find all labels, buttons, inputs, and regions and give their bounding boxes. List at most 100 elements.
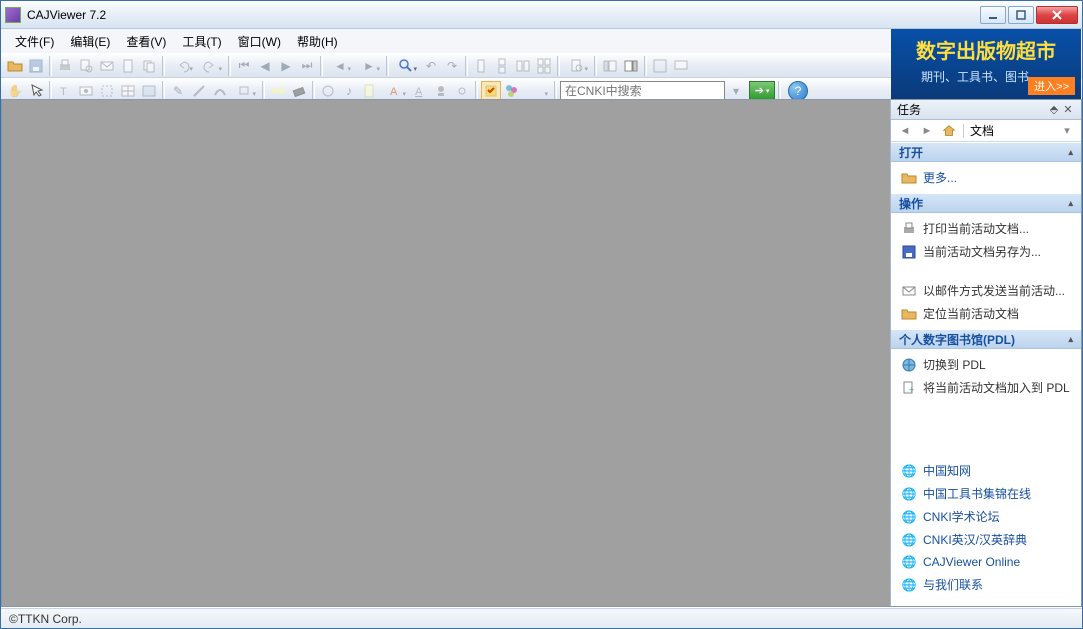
web-icon: 🌐: [901, 486, 917, 502]
text-select-icon[interactable]: T: [55, 81, 75, 101]
undo-icon[interactable]: [168, 56, 196, 76]
snapshot-icon[interactable]: [76, 81, 96, 101]
facing-icon[interactable]: [513, 56, 533, 76]
svg-text:A: A: [390, 86, 398, 98]
search-doc-icon[interactable]: [563, 56, 591, 76]
link-dict[interactable]: 🌐CNKI英汉/汉英辞典: [891, 528, 1081, 551]
copyright-text: ©TTKN Corp.: [9, 612, 82, 626]
image-select-icon[interactable]: [139, 81, 159, 101]
nav-home-icon[interactable]: [941, 123, 957, 139]
fullscreen-icon[interactable]: [650, 56, 670, 76]
properties-icon[interactable]: [118, 56, 138, 76]
single-page-icon[interactable]: [471, 56, 491, 76]
taskpane-nav: ◄ ► 文档 ▾: [891, 120, 1081, 142]
task-mail[interactable]: 以邮件方式发送当前活动...: [891, 279, 1081, 302]
menu-help[interactable]: 帮助(H): [289, 31, 346, 52]
search-go-button[interactable]: ➔: [749, 81, 775, 101]
note-icon[interactable]: [360, 81, 380, 101]
shape-icon[interactable]: [231, 81, 259, 101]
minimize-button[interactable]: [980, 6, 1006, 24]
task-locate[interactable]: 定位当前活动文档: [891, 302, 1081, 325]
mail-icon[interactable]: [97, 56, 117, 76]
rotate-right-icon[interactable]: ↷: [442, 56, 462, 76]
pin-icon[interactable]: ⬘: [1047, 103, 1061, 116]
eraser-icon[interactable]: [289, 81, 309, 101]
facing-continuous-icon[interactable]: [534, 56, 554, 76]
print-icon[interactable]: [55, 56, 75, 76]
print-preview-icon[interactable]: [76, 56, 96, 76]
annotation-mode-icon[interactable]: [481, 81, 501, 101]
task-save-as[interactable]: 当前活动文档另存为...: [891, 240, 1081, 263]
highlight-icon[interactable]: [268, 81, 288, 101]
section-open-header[interactable]: 打开▴: [891, 142, 1081, 162]
curve-icon[interactable]: [210, 81, 230, 101]
stamp-icon[interactable]: [431, 81, 451, 101]
taskpane-toggle-icon[interactable]: [621, 56, 641, 76]
envelope-icon: [901, 283, 917, 299]
link-cnki[interactable]: 🌐中国知网: [891, 459, 1081, 482]
link-contact[interactable]: 🌐与我们联系: [891, 573, 1081, 596]
highlight-text-icon[interactable]: A: [410, 81, 430, 101]
menu-edit[interactable]: 编辑(E): [62, 31, 118, 52]
continuous-icon[interactable]: [492, 56, 512, 76]
presentation-icon[interactable]: [671, 56, 691, 76]
ocr-icon[interactable]: [97, 81, 117, 101]
hand-icon[interactable]: ✋: [5, 81, 25, 101]
rotate-left-icon[interactable]: ↶: [421, 56, 441, 76]
task-open-more[interactable]: 更多...: [891, 166, 1081, 189]
audio-icon[interactable]: ♪: [339, 81, 359, 101]
prev-page-icon[interactable]: ◀: [255, 56, 275, 76]
copy-icon[interactable]: [139, 56, 159, 76]
search-dropdown-icon[interactable]: ▾: [726, 81, 746, 101]
promo-banner[interactable]: 数字出版物超市 期刊、工具书、图书、... 进入>>: [891, 29, 1081, 99]
taskpane-title: 任务: [897, 101, 921, 118]
redo-icon[interactable]: [197, 56, 225, 76]
menu-window[interactable]: 窗口(W): [230, 31, 289, 52]
text-annotation-icon[interactable]: A: [381, 81, 409, 101]
banner-enter-button[interactable]: 进入>>: [1028, 77, 1075, 95]
nav-back-icon[interactable]: ◄: [326, 56, 354, 76]
task-print[interactable]: 打印当前活动文档...: [891, 217, 1081, 240]
next-page-icon[interactable]: ▶: [276, 56, 296, 76]
maximize-button[interactable]: [1008, 6, 1034, 24]
line-icon[interactable]: [189, 81, 209, 101]
web-icon: 🌐: [901, 577, 917, 593]
link-icon[interactable]: [452, 81, 472, 101]
taskpane-titlebar: 任务 ⬘ ✕: [891, 100, 1081, 120]
save-icon[interactable]: [26, 56, 46, 76]
ocr-recognize-icon[interactable]: [318, 81, 338, 101]
nav-dropdown-icon[interactable]: ▾: [1059, 123, 1075, 139]
link-forum[interactable]: 🌐CNKI学术论坛: [891, 505, 1081, 528]
svg-text:T: T: [60, 86, 67, 98]
close-button[interactable]: [1036, 6, 1078, 24]
section-pdl-header[interactable]: 个人数字图书馆(PDL)▴: [891, 329, 1081, 349]
pencil-icon[interactable]: ✎: [168, 81, 188, 101]
open-icon[interactable]: [5, 56, 25, 76]
nav-back-icon[interactable]: ◄: [897, 123, 913, 139]
section-ops-header[interactable]: 操作▴: [891, 193, 1081, 213]
titlebar: CAJViewer 7.2: [1, 1, 1082, 29]
menu-file[interactable]: 文件(F): [7, 31, 62, 52]
menu-tools[interactable]: 工具(T): [174, 31, 229, 52]
link-tools[interactable]: 🌐中国工具书集锦在线: [891, 482, 1081, 505]
last-page-icon[interactable]: ⏭: [297, 56, 317, 76]
task-switch-pdl[interactable]: 切换到 PDL: [891, 353, 1081, 376]
help-icon[interactable]: ?: [788, 81, 808, 101]
close-pane-icon[interactable]: ✕: [1061, 103, 1075, 116]
zoom-icon[interactable]: [392, 56, 420, 76]
search-input[interactable]: [560, 81, 725, 101]
task-add-pdl[interactable]: + 将当前活动文档加入到 PDL: [891, 376, 1081, 399]
folder-icon: [901, 170, 917, 186]
annotation-list-icon[interactable]: [502, 81, 522, 101]
app-icon: [5, 7, 21, 23]
link-online[interactable]: 🌐CAJViewer Online: [891, 551, 1081, 573]
nav-forward-icon[interactable]: ►: [355, 56, 383, 76]
table-select-icon[interactable]: [118, 81, 138, 101]
pointer-icon[interactable]: [26, 81, 46, 101]
sidebar-icon[interactable]: [600, 56, 620, 76]
first-page-icon[interactable]: ⏮: [234, 56, 254, 76]
annotation-filter-icon[interactable]: [523, 81, 551, 101]
globe-icon: [901, 357, 917, 373]
menu-view[interactable]: 查看(V): [118, 31, 174, 52]
nav-forward-icon[interactable]: ►: [919, 123, 935, 139]
